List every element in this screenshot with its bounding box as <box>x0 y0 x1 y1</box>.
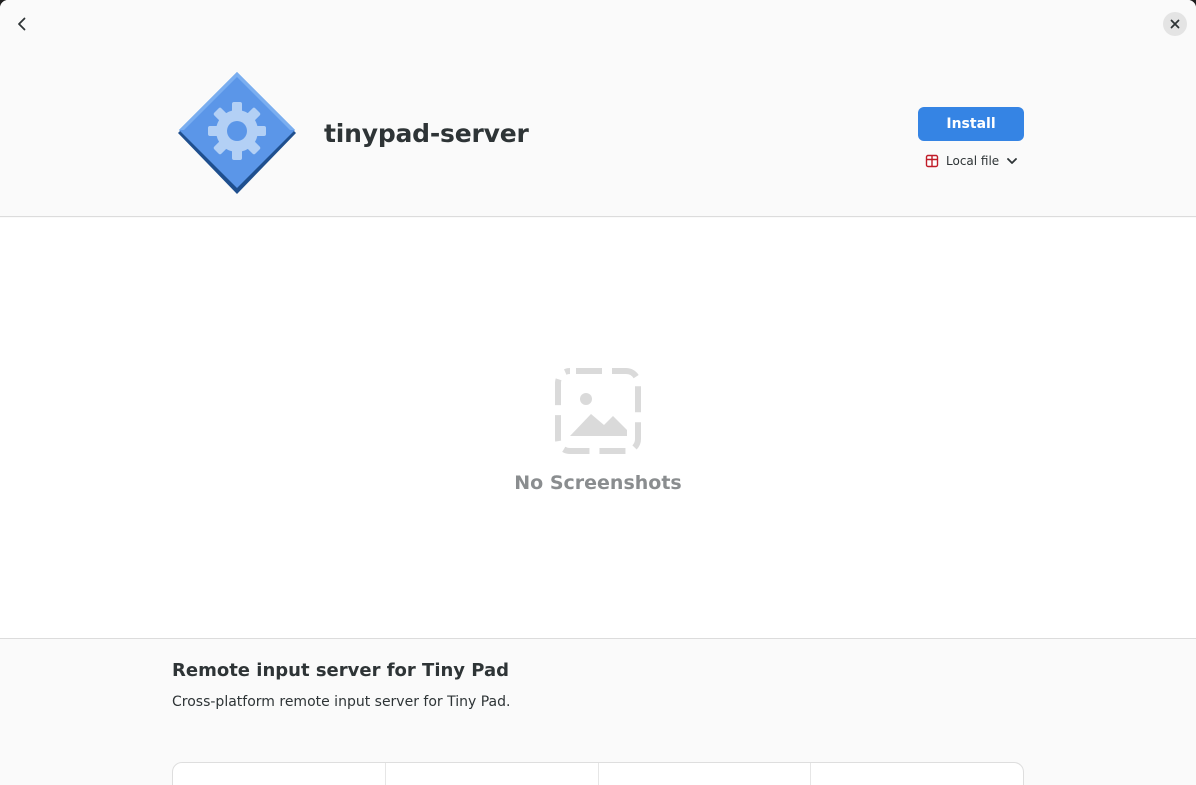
app-details-window: tinypad-server Install Local file No Scr… <box>0 0 1196 785</box>
details-tile[interactable] <box>173 763 386 785</box>
image-placeholder-icon <box>555 368 641 454</box>
screenshots-area: No Screenshots <box>0 218 1196 639</box>
details-tile[interactable] <box>599 763 812 785</box>
source-label: Local file <box>946 154 1000 168</box>
chevron-left-icon <box>18 17 26 31</box>
back-button[interactable] <box>8 10 36 38</box>
no-screenshots-label: No Screenshots <box>514 472 682 494</box>
app-header: tinypad-server Install Local file <box>0 0 1196 217</box>
app-name: tinypad-server <box>324 119 529 148</box>
close-button[interactable] <box>1163 12 1187 36</box>
app-summary: Remote input server for Tiny Pad <box>172 660 510 681</box>
details-tile[interactable] <box>811 763 1023 785</box>
chevron-down-icon <box>1007 158 1018 164</box>
install-button[interactable]: Install <box>918 107 1024 141</box>
app-description: Cross-platform remote input server for T… <box>172 694 511 710</box>
package-icon <box>925 154 939 168</box>
source-selector[interactable]: Local file <box>924 150 1019 172</box>
details-tile[interactable] <box>386 763 599 785</box>
close-icon <box>1170 19 1180 29</box>
gear-diamond-app-icon <box>178 72 296 194</box>
details-panel <box>172 762 1024 785</box>
